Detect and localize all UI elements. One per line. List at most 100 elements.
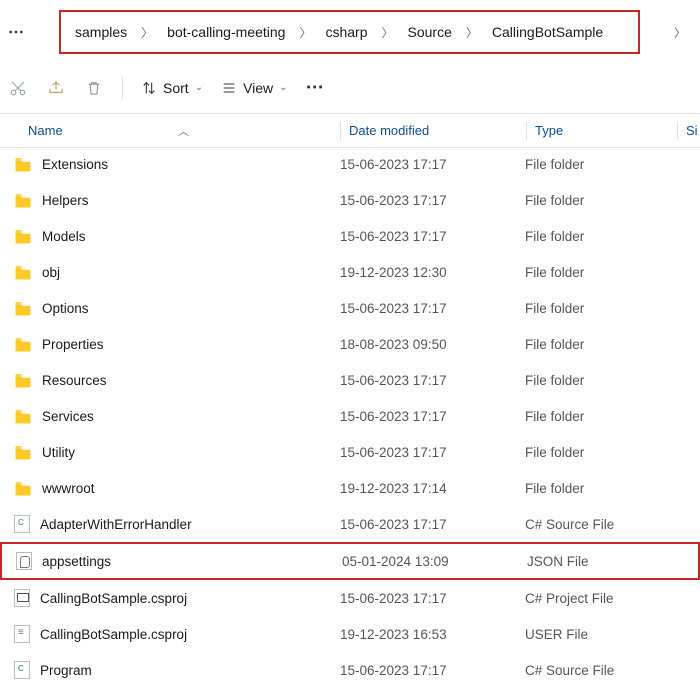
- folder-icon: [14, 299, 32, 317]
- file-date: 15-06-2023 17:17: [340, 517, 525, 532]
- file-name: Services: [42, 409, 94, 424]
- toolbar: Sort ⌄ View ⌄ ⋯: [0, 62, 700, 114]
- share-icon[interactable]: [46, 78, 66, 98]
- view-label: View: [243, 80, 273, 96]
- chevron-right-icon[interactable]: 〉: [135, 24, 159, 41]
- file-date: 18-08-2023 09:50: [340, 337, 525, 352]
- column-header-type[interactable]: Type: [527, 123, 563, 138]
- file-row[interactable]: Services 15-06-2023 17:17 File folder: [0, 398, 700, 434]
- file-name: Extensions: [42, 157, 108, 172]
- breadcrumb-item[interactable]: Source: [404, 20, 456, 44]
- file-row[interactable]: AdapterWithErrorHandler 15-06-2023 17:17…: [0, 506, 700, 542]
- file-row[interactable]: Models 15-06-2023 17:17 File folder: [0, 218, 700, 254]
- delete-icon[interactable]: [84, 78, 104, 98]
- chevron-right-icon[interactable]: 〉: [460, 24, 484, 41]
- sort-button[interactable]: Sort ⌄: [141, 80, 203, 96]
- file-type: C# Project File: [525, 591, 695, 606]
- file-row[interactable]: Properties 18-08-2023 09:50 File folder: [0, 326, 700, 362]
- csharp-file-icon: [14, 661, 30, 679]
- file-type: File folder: [525, 337, 695, 352]
- column-header-date[interactable]: Date modified: [341, 123, 429, 138]
- column-header-size[interactable]: Si: [678, 123, 698, 138]
- file-date: 15-06-2023 17:17: [340, 157, 525, 172]
- file-name: CallingBotSample.csproj: [40, 591, 187, 606]
- folder-icon: [14, 443, 32, 461]
- file-name: Resources: [42, 373, 107, 388]
- project-file-icon: [14, 589, 30, 607]
- breadcrumb-item[interactable]: bot-calling-meeting: [163, 20, 289, 44]
- file-row[interactable]: wwwroot 19-12-2023 17:14 File folder: [0, 470, 700, 506]
- folder-icon: [14, 479, 32, 497]
- file-name: Program: [40, 663, 92, 678]
- breadcrumb-item[interactable]: csharp: [321, 20, 371, 44]
- breadcrumb-overflow-icon[interactable]: ⋯: [8, 22, 31, 42]
- file-row[interactable]: obj 19-12-2023 12:30 File folder: [0, 254, 700, 290]
- file-row[interactable]: CallingBotSample.csproj 15-06-2023 17:17…: [0, 580, 700, 616]
- breadcrumb-item[interactable]: CallingBotSample: [488, 20, 607, 44]
- file-name: obj: [42, 265, 60, 280]
- file-date: 15-06-2023 17:17: [340, 193, 525, 208]
- more-menu-icon[interactable]: ⋯: [306, 77, 326, 98]
- file-type: File folder: [525, 301, 695, 316]
- file-type: File folder: [525, 193, 695, 208]
- breadcrumb-item[interactable]: samples: [71, 20, 131, 44]
- sort-indicator-icon: ︿: [178, 123, 189, 139]
- file-type: File folder: [525, 445, 695, 460]
- column-headers: Name ︿ Date modified Type Si: [0, 114, 700, 148]
- file-type: C# Source File: [525, 517, 695, 532]
- file-name: Options: [42, 301, 89, 316]
- file-name: AdapterWithErrorHandler: [40, 517, 192, 532]
- file-type: JSON File: [527, 554, 697, 569]
- file-date: 15-06-2023 17:17: [340, 663, 525, 678]
- folder-icon: [14, 371, 32, 389]
- file-row[interactable]: CallingBotSample.csproj 19-12-2023 16:53…: [0, 616, 700, 652]
- file-type: C# Source File: [525, 663, 695, 678]
- chevron-right-icon[interactable]: 〉: [376, 24, 400, 41]
- file-row[interactable]: appsettings 05-01-2024 13:09 JSON File: [0, 542, 700, 580]
- file-row[interactable]: Helpers 15-06-2023 17:17 File folder: [0, 182, 700, 218]
- file-name: Utility: [42, 445, 75, 460]
- file-type: File folder: [525, 229, 695, 244]
- file-date: 19-12-2023 12:30: [340, 265, 525, 280]
- file-type: File folder: [525, 157, 695, 172]
- file-date: 15-06-2023 17:17: [340, 445, 525, 460]
- file-date: 15-06-2023 17:17: [340, 301, 525, 316]
- chevron-right-icon[interactable]: 〉: [293, 24, 317, 41]
- chevron-down-icon: ⌄: [279, 82, 287, 93]
- view-button[interactable]: View ⌄: [221, 80, 287, 96]
- folder-icon: [14, 191, 32, 209]
- chevron-right-icon[interactable]: 〉: [668, 24, 692, 41]
- file-row[interactable]: Program 15-06-2023 17:17 C# Source File: [0, 652, 700, 688]
- file-type: File folder: [525, 409, 695, 424]
- file-row[interactable]: Extensions 15-06-2023 17:17 File folder: [0, 146, 700, 182]
- file-type: File folder: [525, 373, 695, 388]
- file-name: appsettings: [42, 554, 111, 569]
- folder-icon: [14, 155, 32, 173]
- folder-icon: [14, 335, 32, 353]
- toolbar-separator: [122, 77, 123, 99]
- file-date: 15-06-2023 17:17: [340, 229, 525, 244]
- chevron-down-icon: ⌄: [195, 82, 203, 93]
- folder-icon: [14, 227, 32, 245]
- csharp-file-icon: [14, 515, 30, 533]
- file-name: Helpers: [42, 193, 89, 208]
- file-date: 15-06-2023 17:17: [340, 409, 525, 424]
- sort-label: Sort: [163, 80, 189, 96]
- file-row[interactable]: Utility 15-06-2023 17:17 File folder: [0, 434, 700, 470]
- file-row[interactable]: Options 15-06-2023 17:17 File folder: [0, 290, 700, 326]
- file-date: 19-12-2023 16:53: [340, 627, 525, 642]
- file-row[interactable]: Resources 15-06-2023 17:17 File folder: [0, 362, 700, 398]
- folder-icon: [14, 263, 32, 281]
- cut-icon[interactable]: [8, 78, 28, 98]
- folder-icon: [14, 407, 32, 425]
- file-date: 15-06-2023 17:17: [340, 591, 525, 606]
- file-name: Properties: [42, 337, 104, 352]
- file-name: CallingBotSample.csproj: [40, 627, 187, 642]
- breadcrumb: samples 〉 bot-calling-meeting 〉 csharp 〉…: [59, 10, 640, 54]
- column-header-name[interactable]: Name: [28, 123, 63, 138]
- file-type: File folder: [525, 481, 695, 496]
- file-name: Models: [42, 229, 86, 244]
- file-list: Extensions 15-06-2023 17:17 File folder …: [0, 148, 700, 688]
- file-date: 19-12-2023 17:14: [340, 481, 525, 496]
- file-name: wwwroot: [42, 481, 95, 496]
